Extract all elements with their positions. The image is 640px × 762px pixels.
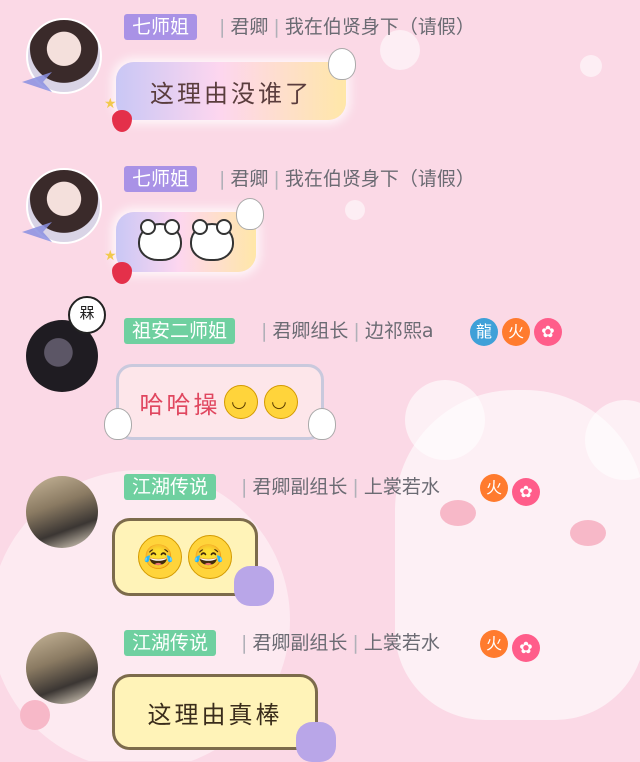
laughing-emoji-icon: 😂: [188, 535, 232, 579]
sender-name: 我在伯贤身下（请假）: [284, 16, 475, 38]
group-name: 君卿副组长: [252, 476, 348, 498]
star-icon: ★: [104, 96, 117, 112]
fire-icon: 火: [480, 474, 508, 502]
title-tag: 江湖传说: [124, 630, 217, 656]
sender-name: 边祁熙a: [364, 320, 434, 342]
purple-pet-icon: [234, 566, 274, 606]
sender-info[interactable]: | 君卿副组长 | 上裳若水: [236, 474, 440, 500]
dragon-badge-icon: 龍: [470, 318, 498, 346]
title-tag: 七师姐: [124, 166, 198, 192]
sender-name: 我在伯贤身下（请假）: [284, 168, 475, 190]
message-bubble[interactable]: 这理由真棒: [112, 674, 318, 750]
sender-info[interactable]: | 君卿 | 我在伯贤身下（请假）: [214, 166, 475, 192]
fire-icon: 火: [502, 318, 530, 346]
flower-icon: ✿: [512, 634, 540, 662]
bear-face-icon: [138, 219, 182, 261]
title-tag: 祖安二师姐: [124, 318, 236, 344]
title-tag: 江湖传说: [124, 474, 217, 500]
group-name: 君卿副组长: [252, 632, 348, 654]
title-tag: 七师姐: [124, 14, 198, 40]
avatar[interactable]: [26, 632, 98, 704]
purple-pet-icon: [296, 722, 336, 762]
sender-name: 上裳若水: [363, 476, 440, 498]
message-bubble[interactable]: 这理由没谁了: [116, 62, 346, 120]
laughing-emoji-icon: 😂: [138, 535, 182, 579]
sticker-bubble[interactable]: [116, 212, 256, 272]
flower-icon: ✿: [512, 478, 540, 506]
bunny-icon: [104, 408, 132, 440]
smirk-emoji-icon: ◡: [223, 385, 258, 419]
message-text: 哈哈操: [139, 390, 221, 419]
bunny-icon: [236, 198, 264, 230]
smirk-emoji-icon: ◡: [263, 385, 298, 419]
sender-info[interactable]: | 君卿副组长 | 上裳若水: [236, 630, 440, 656]
bear-background-right: [395, 390, 640, 720]
avatar[interactable]: [26, 476, 98, 548]
star-icon: ★: [104, 248, 117, 264]
bunny-icon: [328, 48, 356, 80]
message-bubble[interactable]: 哈哈操 ◡ ◡: [116, 364, 324, 440]
sender-info[interactable]: | 君卿 | 我在伯贤身下（请假）: [214, 14, 475, 40]
sender-info[interactable]: | 君卿组长 | 边祁熙a: [256, 318, 433, 344]
group-name: 君卿组长: [272, 320, 349, 342]
message-text: 这理由真棒: [147, 700, 283, 729]
seal-badge-icon: 槑: [68, 296, 106, 334]
sender-name: 上裳若水: [363, 632, 440, 654]
flower-icon: ✿: [534, 318, 562, 346]
group-name: 君卿: [230, 168, 269, 190]
group-name: 君卿: [230, 16, 269, 38]
message-text: 这理由没谁了: [150, 79, 312, 108]
bunny-icon: [308, 408, 336, 440]
bear-face-icon: [190, 219, 234, 261]
fire-icon: 火: [480, 630, 508, 658]
